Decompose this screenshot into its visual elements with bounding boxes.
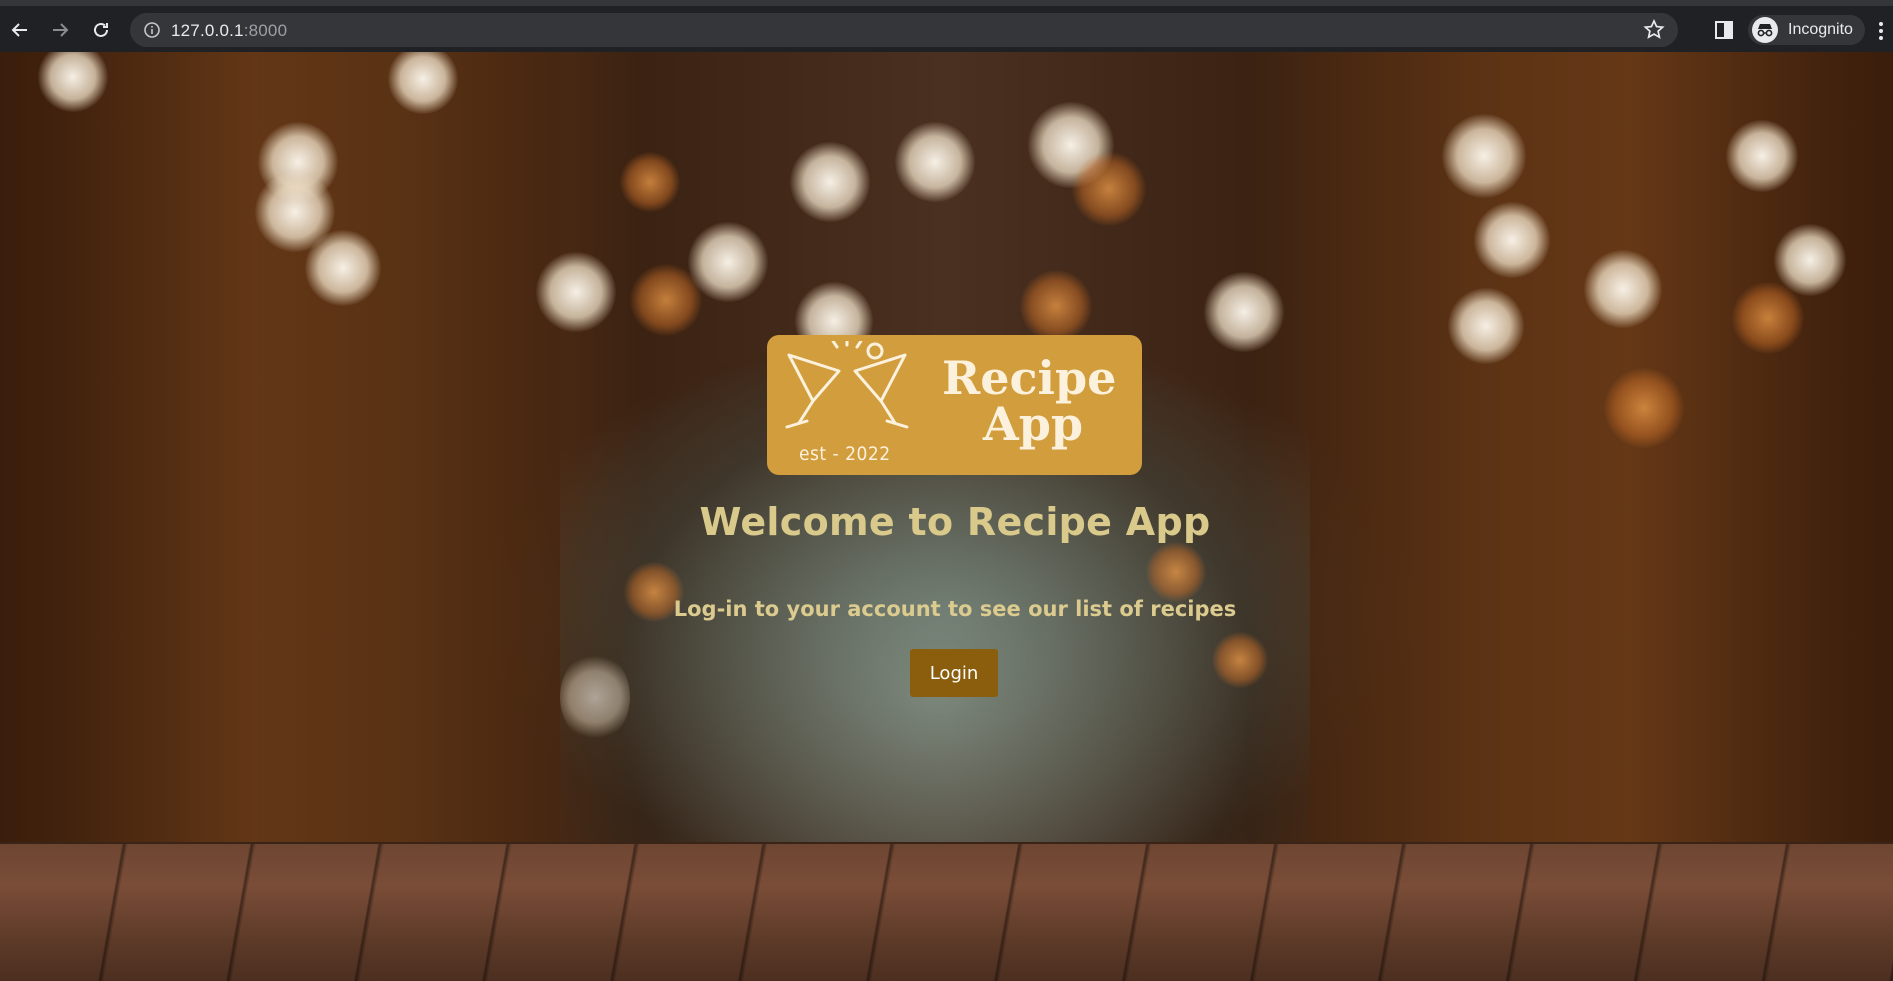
page-subtitle: Log-in to your account to see our list o… [673,597,1237,621]
url-text[interactable]: 127.0.0.1:8000 [171,21,287,41]
profile-label: Incognito [1788,21,1853,38]
logo-tagline: est - 2022 [799,443,891,465]
landing-content: Recipe App est - 2022 Welcome to Recipe … [0,52,1893,981]
login-button[interactable]: Login [910,649,998,697]
side-panel-icon[interactable] [1712,18,1736,42]
incognito-icon [1752,17,1778,43]
reload-icon [94,22,108,37]
back-arrow-icon [11,23,27,37]
browser-menu-icon[interactable] [1876,19,1886,43]
bookmark-star-icon[interactable] [1642,18,1666,42]
page-viewport: Recipe App est - 2022 Welcome to Recipe … [0,52,1893,981]
address-bar[interactable]: 127.0.0.1:8000 [130,13,1678,47]
incognito-profile-chip[interactable]: Incognito [1748,15,1865,45]
app-logo: Recipe App est - 2022 [767,335,1142,475]
forward-arrow-icon [53,23,69,37]
logo-title-line2: App [983,397,1084,451]
site-info-icon[interactable] [143,21,161,39]
page-title: Welcome to Recipe App [699,500,1211,544]
url-host: 127.0.0.1 [171,21,244,40]
cheers-glasses-icon [785,341,909,429]
url-port: :8000 [243,21,288,40]
reload-button[interactable] [85,14,117,46]
browser-toolbar: 127.0.0.1:8000 Incognito [0,0,1893,52]
back-button[interactable] [4,14,36,46]
logo-title-line1: Recipe [942,351,1117,405]
forward-button[interactable] [44,14,76,46]
